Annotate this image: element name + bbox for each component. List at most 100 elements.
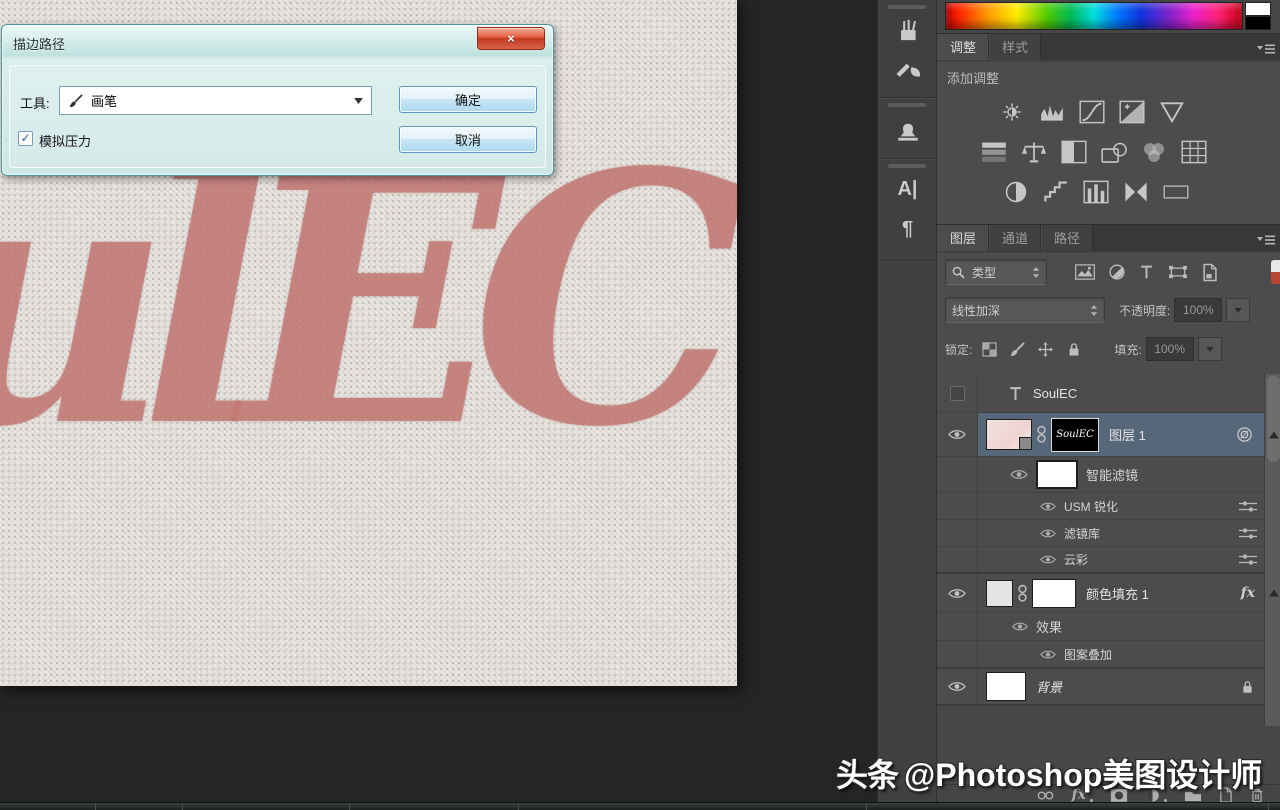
layer-thumbnail[interactable] bbox=[986, 419, 1032, 450]
opacity-value[interactable]: 100% bbox=[1174, 298, 1222, 322]
selective-color-icon[interactable] bbox=[1123, 180, 1149, 204]
black-white-icon[interactable] bbox=[1061, 140, 1087, 164]
layer-mask-thumbnail[interactable] bbox=[1032, 579, 1076, 608]
filter-blend-options-icon[interactable] bbox=[1239, 500, 1257, 513]
simulate-pressure-checkbox[interactable]: ✓ bbox=[18, 131, 33, 146]
levels-icon[interactable] bbox=[1039, 100, 1065, 124]
fill-dropdown-button[interactable] bbox=[1198, 337, 1222, 361]
color-balance-icon[interactable] bbox=[1021, 140, 1047, 164]
clone-source-panel-icon[interactable] bbox=[894, 114, 922, 142]
layer-filter-kind-select[interactable]: 类型 bbox=[945, 259, 1047, 285]
layer-row-smart-filters[interactable]: 智能滤镜 bbox=[937, 457, 1280, 493]
gradient-map-icon[interactable] bbox=[1163, 180, 1189, 204]
eye-icon[interactable] bbox=[1012, 620, 1028, 633]
layer-mask-thumbnail-selected[interactable]: SoulEC bbox=[1051, 418, 1099, 452]
lock-all-icon[interactable] bbox=[1066, 341, 1082, 357]
brightness-contrast-icon[interactable] bbox=[999, 100, 1025, 124]
color-lookup-icon[interactable] bbox=[1181, 140, 1207, 164]
layer-row-filter-gallery[interactable]: 滤镜库 bbox=[937, 520, 1280, 547]
layer-filter-toggle[interactable] bbox=[1271, 260, 1280, 284]
tab-styles[interactable]: 样式 bbox=[989, 34, 1041, 60]
cancel-button[interactable]: 取消 bbox=[399, 126, 537, 153]
eye-icon[interactable] bbox=[948, 428, 966, 441]
tab-paths[interactable]: 路径 bbox=[1041, 225, 1093, 251]
watermark-text: @Photoshop美图设计师 bbox=[904, 757, 1262, 793]
tab-layers[interactable]: 图层 bbox=[937, 225, 989, 251]
taskbar-divider bbox=[95, 804, 96, 810]
black-swatch[interactable] bbox=[1245, 16, 1271, 30]
layer-row-effects[interactable]: 效果 bbox=[937, 613, 1280, 641]
eye-icon[interactable] bbox=[1010, 468, 1028, 481]
brush-presets-icon[interactable] bbox=[894, 56, 922, 84]
exposure-icon[interactable] bbox=[1119, 100, 1145, 124]
layer-style-badge[interactable]: fx bbox=[1241, 585, 1255, 601]
threshold-icon[interactable] bbox=[1083, 180, 1109, 204]
paragraph-panel-icon[interactable]: ¶ bbox=[878, 218, 937, 241]
filter-shape-layers-icon[interactable] bbox=[1168, 263, 1188, 281]
eye-icon[interactable] bbox=[1040, 527, 1056, 540]
brush-panel-icon[interactable] bbox=[894, 16, 922, 44]
panel-menu-icon[interactable] bbox=[1257, 43, 1275, 55]
opacity-dropdown-button[interactable] bbox=[1226, 298, 1250, 322]
mask-link-icon[interactable] bbox=[1036, 425, 1047, 444]
filter-mask-thumbnail[interactable] bbox=[1036, 460, 1078, 489]
filter-type-layers-icon[interactable] bbox=[1139, 263, 1154, 281]
layers-tabbar: 图层 通道 路径 bbox=[937, 224, 1280, 252]
character-panel-icon[interactable]: A| bbox=[878, 178, 937, 201]
dialog-title: 描边路径 bbox=[13, 34, 65, 53]
filter-smart-objects-icon[interactable] bbox=[1202, 263, 1217, 282]
eye-icon[interactable] bbox=[1040, 553, 1056, 566]
collapse-effects-icon[interactable] bbox=[1269, 590, 1279, 597]
eye-icon[interactable] bbox=[948, 587, 966, 600]
lock-position-icon[interactable] bbox=[1037, 341, 1054, 358]
photo-filter-icon[interactable] bbox=[1101, 140, 1127, 164]
curves-icon[interactable] bbox=[1079, 100, 1105, 124]
scrollbar-thumb[interactable] bbox=[1267, 376, 1280, 462]
layer-row-layer1[interactable]: SoulEC 图层 1 bbox=[937, 413, 1280, 457]
white-swatch[interactable] bbox=[1245, 2, 1271, 16]
posterize-icon[interactable] bbox=[1043, 180, 1069, 204]
lock-image-icon[interactable] bbox=[1009, 342, 1025, 357]
ok-button[interactable]: 确定 bbox=[399, 86, 537, 113]
hue-saturation-icon[interactable] bbox=[981, 140, 1007, 164]
filter-blend-options-icon[interactable] bbox=[1239, 553, 1257, 566]
visibility-cell[interactable] bbox=[937, 374, 978, 412]
visibility-toggle-off[interactable] bbox=[950, 386, 965, 401]
background-thumbnail[interactable] bbox=[986, 672, 1026, 701]
tab-adjustments[interactable]: 调整 bbox=[937, 34, 989, 60]
lock-transparency-icon[interactable] bbox=[982, 342, 997, 357]
invert-icon[interactable] bbox=[1003, 180, 1029, 204]
fill-layer-thumbnail[interactable] bbox=[986, 580, 1013, 607]
layer-row-usm-sharpen[interactable]: USM 锐化 bbox=[937, 493, 1280, 520]
color-spectrum-ramp[interactable] bbox=[945, 2, 1243, 30]
tool-dropdown[interactable]: 画笔 bbox=[59, 86, 372, 115]
filter-pixel-layers-icon[interactable] bbox=[1075, 263, 1095, 281]
layer-row-color-fill[interactable]: 颜色填充 1 fx bbox=[937, 574, 1280, 613]
layer-name: 颜色填充 1 bbox=[1086, 584, 1149, 603]
vibrance-icon[interactable] bbox=[1159, 100, 1185, 124]
filter-blend-options-icon[interactable] bbox=[1239, 527, 1257, 540]
visibility-cell[interactable] bbox=[937, 669, 978, 704]
channel-mixer-icon[interactable] bbox=[1141, 140, 1167, 164]
visibility-cell bbox=[937, 493, 978, 519]
filter-adjustment-layers-icon[interactable] bbox=[1109, 263, 1125, 281]
tab-channels[interactable]: 通道 bbox=[989, 225, 1041, 251]
panel-menu-icon[interactable] bbox=[1257, 234, 1275, 246]
collapse-filters-icon[interactable] bbox=[1269, 431, 1279, 438]
blend-mode-select[interactable]: 线性加深 bbox=[945, 297, 1105, 323]
visibility-cell[interactable] bbox=[937, 413, 978, 456]
eye-icon[interactable] bbox=[948, 680, 966, 693]
mask-link-icon[interactable] bbox=[1017, 584, 1028, 603]
eye-icon[interactable] bbox=[1040, 500, 1056, 513]
layers-scrollbar[interactable] bbox=[1264, 374, 1280, 726]
dialog-close-button[interactable]: × bbox=[477, 27, 545, 50]
layer-row-clouds[interactable]: 云彩 bbox=[937, 547, 1280, 574]
eye-icon[interactable] bbox=[1040, 648, 1056, 661]
visibility-cell[interactable] bbox=[937, 574, 978, 612]
fill-label: 填充: bbox=[1114, 341, 1141, 358]
layer-row-pattern-overlay[interactable]: 图案叠加 bbox=[937, 641, 1280, 669]
fill-value[interactable]: 100% bbox=[1146, 337, 1194, 361]
smart-filter-badge-icon[interactable] bbox=[1236, 426, 1253, 443]
layer-row-soulec-type[interactable]: SoulEC bbox=[937, 374, 1280, 413]
layer-row-background[interactable]: 背景 bbox=[937, 669, 1280, 706]
